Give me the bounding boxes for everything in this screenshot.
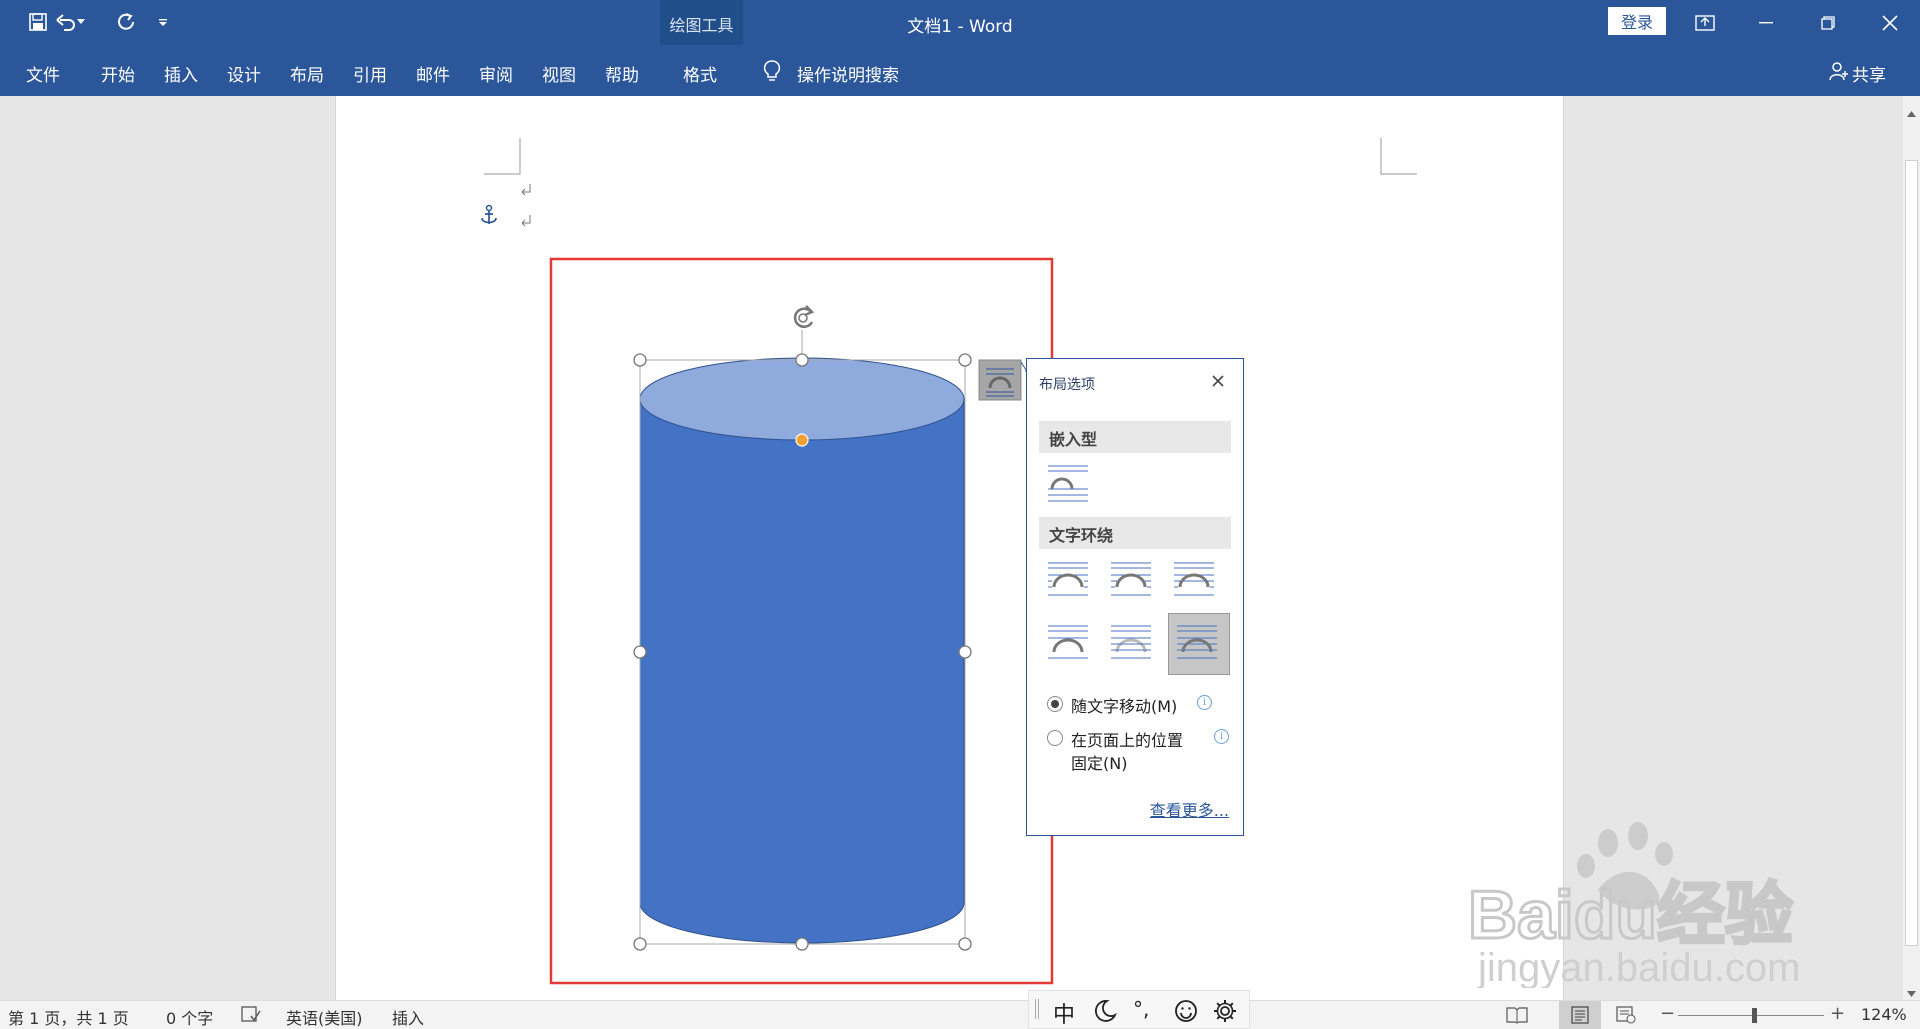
radio-fix-position[interactable]: [1047, 730, 1063, 746]
wrap-square-icon[interactable]: [1048, 559, 1092, 603]
fix-position-label-line1: 在页面上的位置: [1071, 731, 1184, 750]
moon-icon[interactable]: [1093, 999, 1117, 1027]
resize-handle[interactable]: [795, 937, 809, 951]
adjust-handle[interactable]: [795, 433, 809, 447]
crop-mark-top-left: [484, 138, 521, 175]
move-with-text-label: 随文字移动(M): [1071, 697, 1178, 716]
resize-handle[interactable]: [958, 353, 972, 367]
resize-handle[interactable]: [633, 937, 647, 951]
inline-section-header: 嵌入型: [1039, 421, 1231, 453]
print-layout-button[interactable]: [1559, 1001, 1601, 1029]
layout-options-title: 布局选项: [1039, 377, 1095, 393]
resize-handle[interactable]: [958, 937, 972, 951]
see-more-link[interactable]: 查看更多...: [1150, 797, 1229, 821]
resize-handle[interactable]: [633, 645, 647, 659]
paragraph-mark: [521, 184, 531, 196]
close-icon[interactable]: [1211, 373, 1225, 392]
layout-options-button[interactable]: [978, 359, 1022, 401]
ime-drag-handle[interactable]: [1035, 999, 1039, 1019]
page-number-indicator[interactable]: 第 1 页，共 1 页: [8, 1005, 129, 1029]
zoom-in-icon[interactable]: +: [1830, 1003, 1845, 1024]
scroll-thumb[interactable]: [1905, 160, 1918, 946]
resize-handle[interactable]: [633, 353, 647, 367]
ime-toolbar: 中 °,: [1028, 990, 1250, 1029]
read-mode-icon[interactable]: [1506, 1006, 1528, 1028]
status-bar: 第 1 页，共 1 页 0 个字 英语(美国) 插入 − + 124%: [0, 1000, 1920, 1029]
wrap-through-icon[interactable]: [1174, 559, 1218, 603]
crop-mark-top-right: [1380, 138, 1417, 175]
info-icon[interactable]: i: [1197, 695, 1212, 710]
inline-with-text-icon[interactable]: [1048, 462, 1092, 506]
scroll-down-icon[interactable]: [1907, 982, 1916, 1001]
zoom-out-icon[interactable]: −: [1660, 1003, 1675, 1024]
vertical-scrollbar[interactable]: [1903, 96, 1920, 1000]
baidu-jingyan-watermark: Baidu经验 jingyan.baidu.com: [1468, 822, 1800, 988]
fix-position-label-line2: 固定(N): [1071, 754, 1128, 773]
zoom-slider-track[interactable]: [1678, 1015, 1824, 1016]
proofing-icon[interactable]: [241, 1006, 261, 1028]
punctuation-toggle[interactable]: °,: [1133, 997, 1149, 1021]
layout-options-panel: 布局选项 嵌入型 文字环绕 随文字移动(M) i 在页面上的位置 固定(N) i: [1026, 358, 1244, 836]
wrap-tight-icon[interactable]: [1111, 559, 1155, 603]
radio-move-with-text[interactable]: [1047, 696, 1063, 712]
wrap-section-header: 文字环绕: [1039, 517, 1231, 549]
wrap-behind-text-icon[interactable]: [1111, 622, 1155, 666]
web-layout-icon[interactable]: [1616, 1006, 1636, 1028]
language-indicator[interactable]: 英语(美国): [286, 1005, 363, 1029]
resize-handle[interactable]: [958, 645, 972, 659]
scroll-up-icon[interactable]: [1907, 102, 1916, 121]
rotate-handle-icon[interactable]: [792, 305, 815, 328]
settings-gear-icon[interactable]: [1213, 999, 1237, 1027]
info-icon[interactable]: i: [1214, 729, 1229, 744]
wrap-in-front-of-text-icon[interactable]: [1177, 622, 1221, 666]
watermark-url: jingyan.baidu.com: [1477, 946, 1800, 988]
watermark-brand: Baidu经验: [1468, 877, 1793, 953]
paragraph-mark: [521, 215, 531, 227]
zoom-level[interactable]: 124%: [1861, 1005, 1907, 1024]
insert-mode-indicator[interactable]: 插入: [392, 1005, 424, 1029]
emoji-icon[interactable]: [1174, 999, 1198, 1027]
anchor-icon: [481, 204, 497, 224]
zoom-slider-thumb[interactable]: [1752, 1008, 1757, 1023]
resize-handle[interactable]: [795, 353, 809, 367]
ime-mode-toggle[interactable]: 中: [1053, 997, 1075, 1029]
word-count-indicator[interactable]: 0 个字: [166, 1005, 213, 1029]
wrap-top-bottom-icon[interactable]: [1048, 622, 1092, 666]
